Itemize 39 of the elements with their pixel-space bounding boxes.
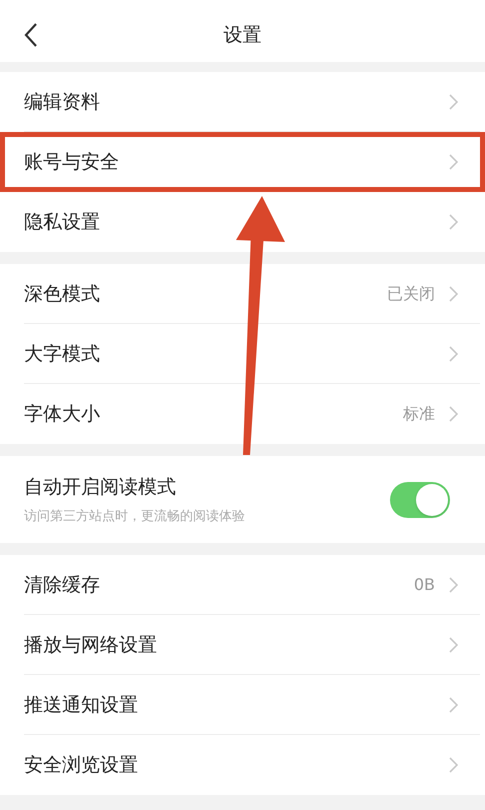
chevron-right-icon [449, 577, 458, 593]
row-label: 清除缓存 [24, 572, 100, 598]
settings-row[interactable]: 清除缓存 0B [0, 555, 485, 615]
chevron-right-icon [449, 697, 458, 713]
settings-row[interactable]: 自动开启阅读模式 访问第三方站点时，更流畅的阅读体验 [0, 456, 485, 543]
chevron-right-icon [449, 346, 458, 362]
toggle-switch[interactable] [390, 482, 450, 518]
row-label: 账号与安全 [24, 150, 119, 175]
chevron-right-icon [449, 94, 458, 110]
chevron-right-icon [449, 406, 458, 422]
row-label: 深色模式 [24, 282, 100, 307]
row-label: 编辑资料 [24, 90, 100, 115]
row-value: 0B [414, 574, 435, 596]
settings-row[interactable]: 深色模式 已关闭 [0, 264, 485, 324]
row-label: 隐私设置 [24, 210, 100, 235]
chevron-right-icon [449, 214, 458, 230]
settings-row[interactable]: 推送通知设置 [0, 675, 485, 735]
row-label: 字体大小 [24, 402, 100, 427]
row-label: 推送通知设置 [24, 692, 138, 718]
settings-row[interactable]: 大字模式 [0, 324, 485, 384]
row-value: 已关闭 [387, 283, 435, 305]
row-label: 播放与网络设置 [24, 632, 157, 658]
chevron-right-icon [449, 286, 458, 302]
chevron-right-icon [449, 154, 458, 170]
row-value: 标准 [403, 403, 435, 425]
row-label: 自动开启阅读模式 [24, 474, 177, 500]
settings-row[interactable]: 安全浏览设置 [0, 735, 485, 795]
chevron-right-icon [449, 757, 458, 773]
chevron-right-icon [449, 637, 458, 653]
settings-row[interactable]: 播放与网络设置 [0, 615, 485, 675]
page-title: 设置 [224, 22, 262, 48]
settings-row[interactable]: 账号与安全 [0, 132, 485, 192]
back-icon[interactable] [24, 23, 38, 47]
settings-row[interactable]: 字体大小 标准 [0, 384, 485, 444]
settings-row[interactable]: 编辑资料 [0, 72, 485, 132]
row-subtitle: 访问第三方站点时，更流畅的阅读体验 [24, 508, 245, 526]
row-label: 大字模式 [24, 342, 100, 367]
row-label: 安全浏览设置 [24, 752, 138, 778]
settings-row[interactable]: 隐私设置 [0, 192, 485, 252]
